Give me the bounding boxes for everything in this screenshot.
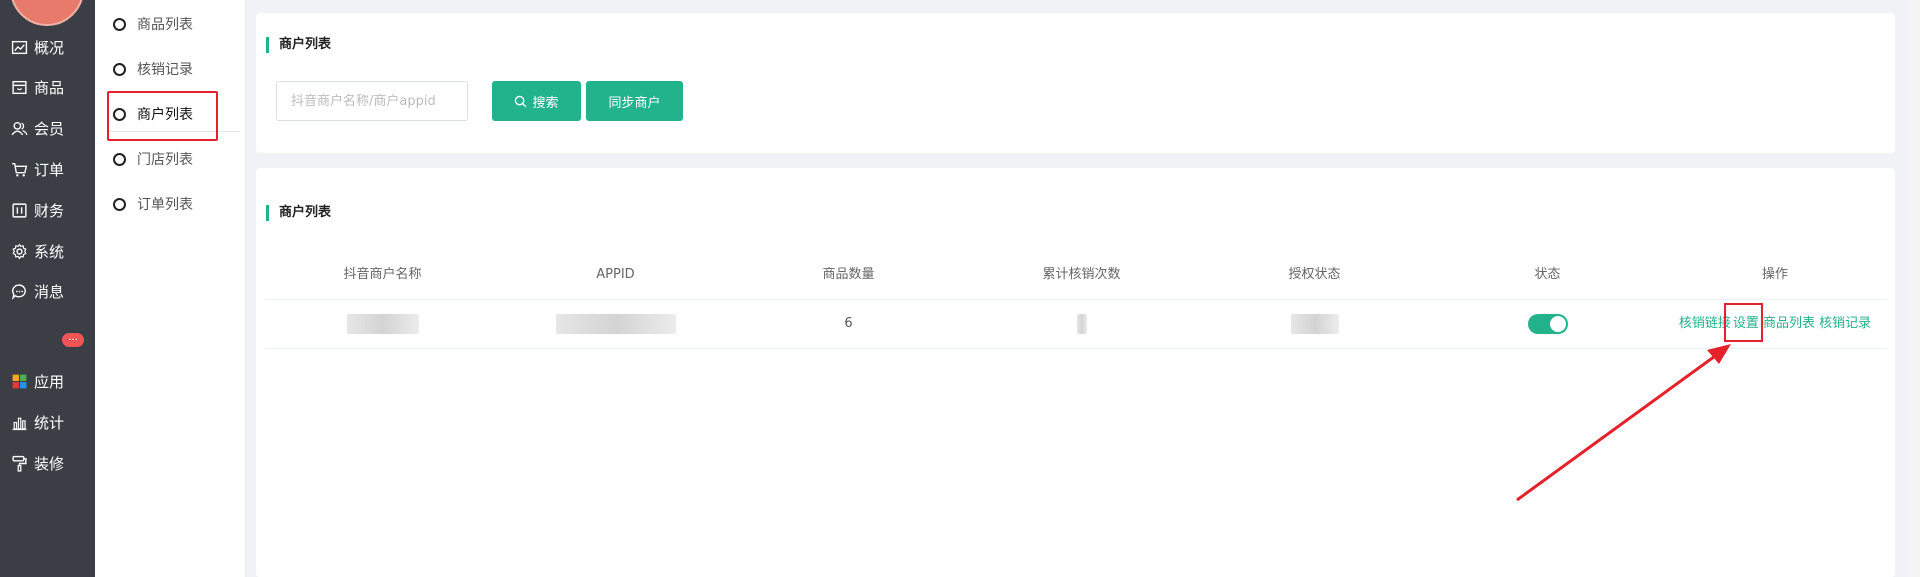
column-header-status: 状态	[1534, 267, 1561, 282]
sidebar-item-label: 订单	[34, 160, 65, 179]
submenu-item-goods-list[interactable]: 商品列表	[95, 2, 245, 46]
verification-records-action[interactable]: 核销记录	[1819, 316, 1871, 331]
merchant-name-cell	[266, 300, 499, 348]
submenu-item-store-list[interactable]: 门店列表	[95, 137, 245, 181]
column-header-auth-status: 授权状态	[1288, 267, 1341, 282]
sub-menu: 商品列表 核销记录 商户列表 门店列表 订单列表	[95, 0, 246, 577]
sidebar-item-orders[interactable]: 订单	[0, 149, 95, 189]
sidebar-item-messages[interactable]: 消息	[0, 271, 95, 311]
sidebar-item-label: 消息	[34, 282, 65, 301]
cart-icon	[11, 161, 28, 178]
annotation-highlight-box	[1724, 303, 1763, 342]
chat-icon	[11, 283, 28, 300]
search-button[interactable]: 搜索	[492, 81, 581, 121]
users-icon	[11, 120, 28, 137]
sync-merchants-button[interactable]: 同步商户	[586, 81, 683, 121]
sidebar-item-label: 商品	[34, 78, 65, 97]
table-header-row: 抖音商户名称 APPID 商品数量 累计核销次数 授权状态 状态 操作	[266, 251, 1886, 300]
merchant-table: 抖音商户名称 APPID 商品数量 累计核销次数 授权状态 状态 操作 6 核销…	[266, 251, 1886, 349]
actions-cell: 核销链接 设置 商品列表 核销记录	[1664, 300, 1886, 348]
merchant-search-input[interactable]	[276, 81, 468, 121]
product-count-cell: 6	[844, 316, 853, 331]
sidebar-item-overview[interactable]: 概况	[0, 27, 95, 67]
appid-cell	[499, 300, 732, 348]
gear-icon	[11, 243, 28, 260]
redacted-text	[555, 313, 676, 334]
search-button-label: 搜索	[532, 95, 559, 111]
auth-status-cell	[1198, 300, 1431, 348]
search-card: 商户列表 搜索 同步商户	[256, 13, 1895, 153]
redacted-text	[1290, 313, 1339, 334]
sidebar-item-label: 概况	[34, 38, 65, 57]
redacted-text	[346, 313, 419, 334]
paint-roller-icon	[11, 455, 28, 472]
sidebar-item-label: 财务	[34, 201, 65, 220]
sidebar-item-goods[interactable]: 商品	[0, 67, 95, 107]
sidebar-item-finance[interactable]: 财务	[0, 190, 95, 230]
sidebar-item-label: 会员	[34, 119, 65, 138]
column-header-merchant-name: 抖音商户名称	[343, 267, 422, 282]
search-card-title: 商户列表	[266, 37, 331, 53]
column-header-actions: 操作	[1761, 267, 1788, 282]
redacted-text	[1076, 313, 1087, 334]
sidebar-item-label: 应用	[34, 372, 65, 391]
sidebar-item-members[interactable]: 会员	[0, 108, 95, 148]
bar-chart-icon	[11, 414, 28, 431]
sync-button-label: 同步商户	[608, 95, 661, 111]
search-icon	[514, 95, 527, 108]
shop-icon	[11, 79, 28, 96]
annotation-highlight-box	[107, 91, 218, 141]
main-sidebar: 概况 商品 会员 订单 财务 系统 消息 ... 应用 统计 装修	[0, 0, 95, 577]
sidebar-item-label: 系统	[34, 242, 65, 261]
message-count-badge: ...	[62, 333, 84, 347]
verification-count-cell	[965, 300, 1198, 348]
list-card-title: 商户列表	[266, 205, 331, 221]
column-header-verification-count: 累计核销次数	[1042, 267, 1121, 282]
column-header-product-count: 商品数量	[822, 267, 875, 282]
column-header-appid: APPID	[596, 267, 635, 282]
merchant-list-card: 商户列表 抖音商户名称 APPID 商品数量 累计核销次数 授权状态 状态 操作…	[256, 168, 1895, 577]
sidebar-item-decoration[interactable]: 装修	[0, 443, 95, 483]
trend-chart-icon	[11, 39, 28, 56]
status-cell	[1431, 300, 1664, 348]
submenu-item-label: 核销记录	[137, 62, 193, 78]
wallet-icon	[11, 202, 28, 219]
apps-grid-icon	[11, 373, 28, 390]
submenu-item-order-list[interactable]: 订单列表	[95, 182, 245, 226]
sidebar-item-apps[interactable]: 应用	[0, 361, 95, 401]
table-row: 6 核销链接 设置 商品列表 核销记录	[266, 300, 1886, 349]
circle-bullet-icon	[113, 152, 126, 166]
sidebar-item-label: 装修	[34, 454, 65, 473]
submenu-item-verification-records[interactable]: 核销记录	[95, 47, 245, 91]
product-list-action[interactable]: 商品列表	[1763, 316, 1815, 331]
page-scrollbar[interactable]	[1908, 0, 1920, 577]
sidebar-item-label: 统计	[34, 413, 65, 432]
avatar[interactable]	[10, 0, 84, 26]
submenu-item-label: 订单列表	[137, 197, 193, 213]
submenu-item-label: 门店列表	[137, 152, 193, 168]
circle-bullet-icon	[113, 17, 126, 31]
circle-bullet-icon	[113, 62, 126, 76]
sidebar-item-system[interactable]: 系统	[0, 231, 95, 271]
circle-bullet-icon	[113, 197, 126, 211]
sidebar-item-statistics[interactable]: 统计	[0, 402, 95, 442]
status-toggle[interactable]	[1527, 313, 1568, 334]
submenu-item-label: 商品列表	[137, 17, 193, 33]
